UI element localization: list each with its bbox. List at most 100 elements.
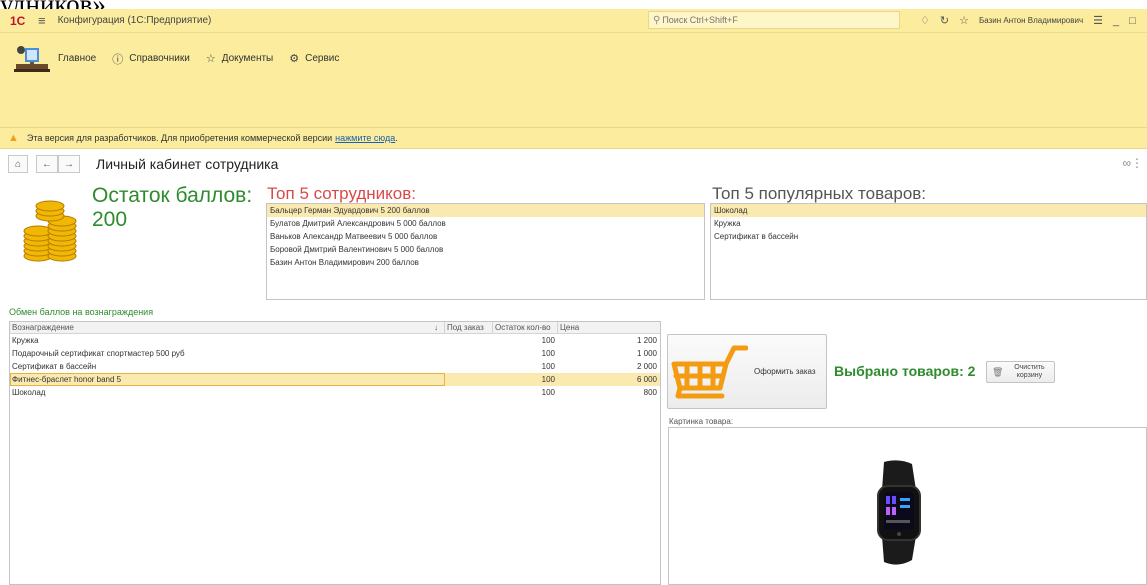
search-input[interactable] <box>662 15 893 25</box>
fitness-band-image <box>877 460 921 565</box>
section-documents-label: Документы <box>221 53 274 64</box>
history-nav: ← → <box>36 155 80 173</box>
column-header-reward[interactable]: Вознаграждение ↓ <box>10 322 445 333</box>
top-products-title: Топ 5 популярных товаров: <box>712 184 927 203</box>
back-button[interactable]: ← <box>36 155 58 173</box>
exchange-title: Обмен баллов на вознаграждения <box>9 307 154 317</box>
reward-order <box>445 386 493 399</box>
title-bar: 1С ≡ Конфигурация (1С:Предприятие) ⚲ ♢ ↻… <box>0 9 1147 32</box>
shopping-cart-icon <box>671 345 748 398</box>
history-icon[interactable]: ↻ <box>940 14 949 27</box>
more-icon[interactable]: ⋮ <box>1131 156 1143 170</box>
page-title: Личный кабинет сотрудника <box>96 156 279 172</box>
section-service-label: Сервис <box>305 53 340 64</box>
rewards-table[interactable]: Вознаграждение ↓ Под заказ Остаток кол-в… <box>9 321 661 585</box>
place-order-button[interactable]: Оформить заказ <box>667 334 827 409</box>
reward-order <box>445 347 493 360</box>
forward-button[interactable]: → <box>58 155 80 173</box>
list-item[interactable]: Базин Антон Владимирович 200 баллов <box>267 256 704 269</box>
reward-stock: 100 <box>541 388 555 397</box>
reward-stock: 100 <box>541 362 555 371</box>
1c-logo[interactable]: 1С <box>10 14 34 28</box>
list-item[interactable]: Булатов Дмитрий Александрович 5 000 балл… <box>267 217 704 230</box>
clear-cart-button[interactable]: 🗑 Очистить корзину <box>986 361 1055 383</box>
warning-text: Эта версия для разработчиков. Для приобр… <box>26 133 333 143</box>
reward-name: Подарочный сертификат спортмастер 500 ру… <box>12 349 185 358</box>
buy-link[interactable]: нажмите сюда <box>335 133 395 143</box>
top-employees-title: Топ 5 сотрудников: <box>267 184 417 203</box>
coins-icon <box>23 200 77 262</box>
list-item[interactable]: Шоколад <box>711 204 1146 217</box>
reward-price: 800 <box>643 388 657 397</box>
settings-menu-icon[interactable]: ☰ <box>1093 14 1103 27</box>
list-item[interactable]: Боровой Дмитрий Валентинович 5 000 балло… <box>267 243 704 256</box>
balance-label: Остаток баллов: <box>92 184 253 207</box>
balance-value: 200 <box>92 208 128 231</box>
section-catalogs[interactable]: ⓘ Справочники <box>112 51 190 67</box>
main-menu-icon[interactable]: ≡ <box>38 13 46 28</box>
list-item[interactable]: Сертификат в бассейн <box>711 230 1146 243</box>
reward-name: Шоколад <box>12 388 46 397</box>
minimize-icon[interactable]: _ <box>1113 15 1119 27</box>
global-search[interactable]: ⚲ <box>648 11 900 29</box>
bell-icon[interactable]: ♢ <box>920 14 930 27</box>
table-row[interactable]: Сертификат в бассейн 100 2 000 <box>10 360 660 373</box>
reward-name: Сертификат в бассейн <box>12 362 97 371</box>
product-picture <box>668 427 1147 585</box>
selected-items-count: Выбрано товаров: 2 <box>834 363 976 379</box>
restore-icon[interactable]: □ <box>1129 15 1136 27</box>
sort-arrow-icon: ↓ <box>434 323 438 332</box>
section-documents[interactable]: ☆ Документы <box>206 52 273 65</box>
product-picture-label: Картинка товара: <box>669 417 734 426</box>
warning-icon: ▲ <box>8 132 19 144</box>
header-spacer <box>0 84 1147 127</box>
table-header: Вознаграждение ↓ Под заказ Остаток кол-в… <box>10 322 660 334</box>
reward-order <box>445 334 493 347</box>
warning-tail: . <box>395 133 398 143</box>
section-main[interactable]: Главное <box>58 53 96 64</box>
column-header-stock[interactable]: Остаток кол-во <box>493 322 558 333</box>
search-icon: ⚲ <box>653 14 661 26</box>
table-row[interactable]: Подарочный сертификат спортмастер 500 ру… <box>10 347 660 360</box>
clear-cart-label: Очистить корзину <box>1014 364 1045 379</box>
reward-price: 6 000 <box>636 375 657 384</box>
link-icon[interactable]: ∞ <box>1122 156 1131 170</box>
section-main-label: Главное <box>58 53 97 64</box>
home-button[interactable]: ⌂ <box>8 155 28 173</box>
favorites-star-icon[interactable]: ☆ <box>959 14 969 27</box>
window-title: Конфигурация (1С:Предприятие) <box>57 15 212 26</box>
reward-stock: 100 <box>541 349 555 358</box>
reward-name[interactable]: Фитнес-браслет honor band 5 <box>10 373 445 386</box>
trash-icon: 🗑 <box>992 366 1004 377</box>
table-row[interactable]: Шоколад 100 800 <box>10 386 660 399</box>
star-icon: ☆ <box>205 53 216 65</box>
info-icon: ⓘ <box>112 53 124 66</box>
column-header-order[interactable]: Под заказ <box>445 322 493 333</box>
gear-icon: ⚙ <box>289 53 300 65</box>
title-bar-tools: ♢ ↻ ☆ Базин Антон Владимирович ☰ _ □ <box>920 9 1136 32</box>
developer-warning-bar: ▲ Эта версия для разработчиков. Для прио… <box>0 127 1147 149</box>
current-user[interactable]: Базин Антон Владимирович <box>979 16 1083 25</box>
section-catalogs-label: Справочники <box>129 53 190 64</box>
reward-stock: 100 <box>541 336 555 345</box>
main-section-icon[interactable] <box>12 42 52 76</box>
reward-name: Кружка <box>12 336 39 345</box>
top-products-list[interactable]: Шоколад Кружка Сертификат в бассейн <box>710 203 1147 300</box>
table-row[interactable]: Кружка 100 1 200 <box>10 334 660 347</box>
section-service[interactable]: ⚙ Сервис <box>289 52 339 65</box>
list-item[interactable]: Ваньков Александр Матвеевич 5 000 баллов <box>267 230 704 243</box>
table-row-selected[interactable]: Фитнес-браслет honor band 5 100 6 000 <box>10 373 660 386</box>
reward-price: 2 000 <box>636 362 657 371</box>
list-item[interactable]: Бальцер Герман Эдуардович 5 200 баллов <box>267 204 704 217</box>
reward-order <box>445 360 493 373</box>
reward-price: 1 200 <box>636 336 657 345</box>
list-item[interactable]: Кружка <box>711 217 1146 230</box>
reward-order <box>445 373 493 386</box>
sections-panel: Главное ⓘ Справочники ☆ Документы ⚙ Серв… <box>0 32 1147 84</box>
column-header-price[interactable]: Цена <box>558 322 660 333</box>
reward-price: 1 000 <box>636 349 657 358</box>
form-nav-row: ⌂ ← → Личный кабинет сотрудника ∞ ⋮ <box>0 152 1147 176</box>
place-order-label: Оформить заказ <box>754 367 816 376</box>
reward-stock: 100 <box>541 375 555 384</box>
top-employees-list[interactable]: Бальцер Герман Эдуардович 5 200 баллов Б… <box>266 203 705 300</box>
